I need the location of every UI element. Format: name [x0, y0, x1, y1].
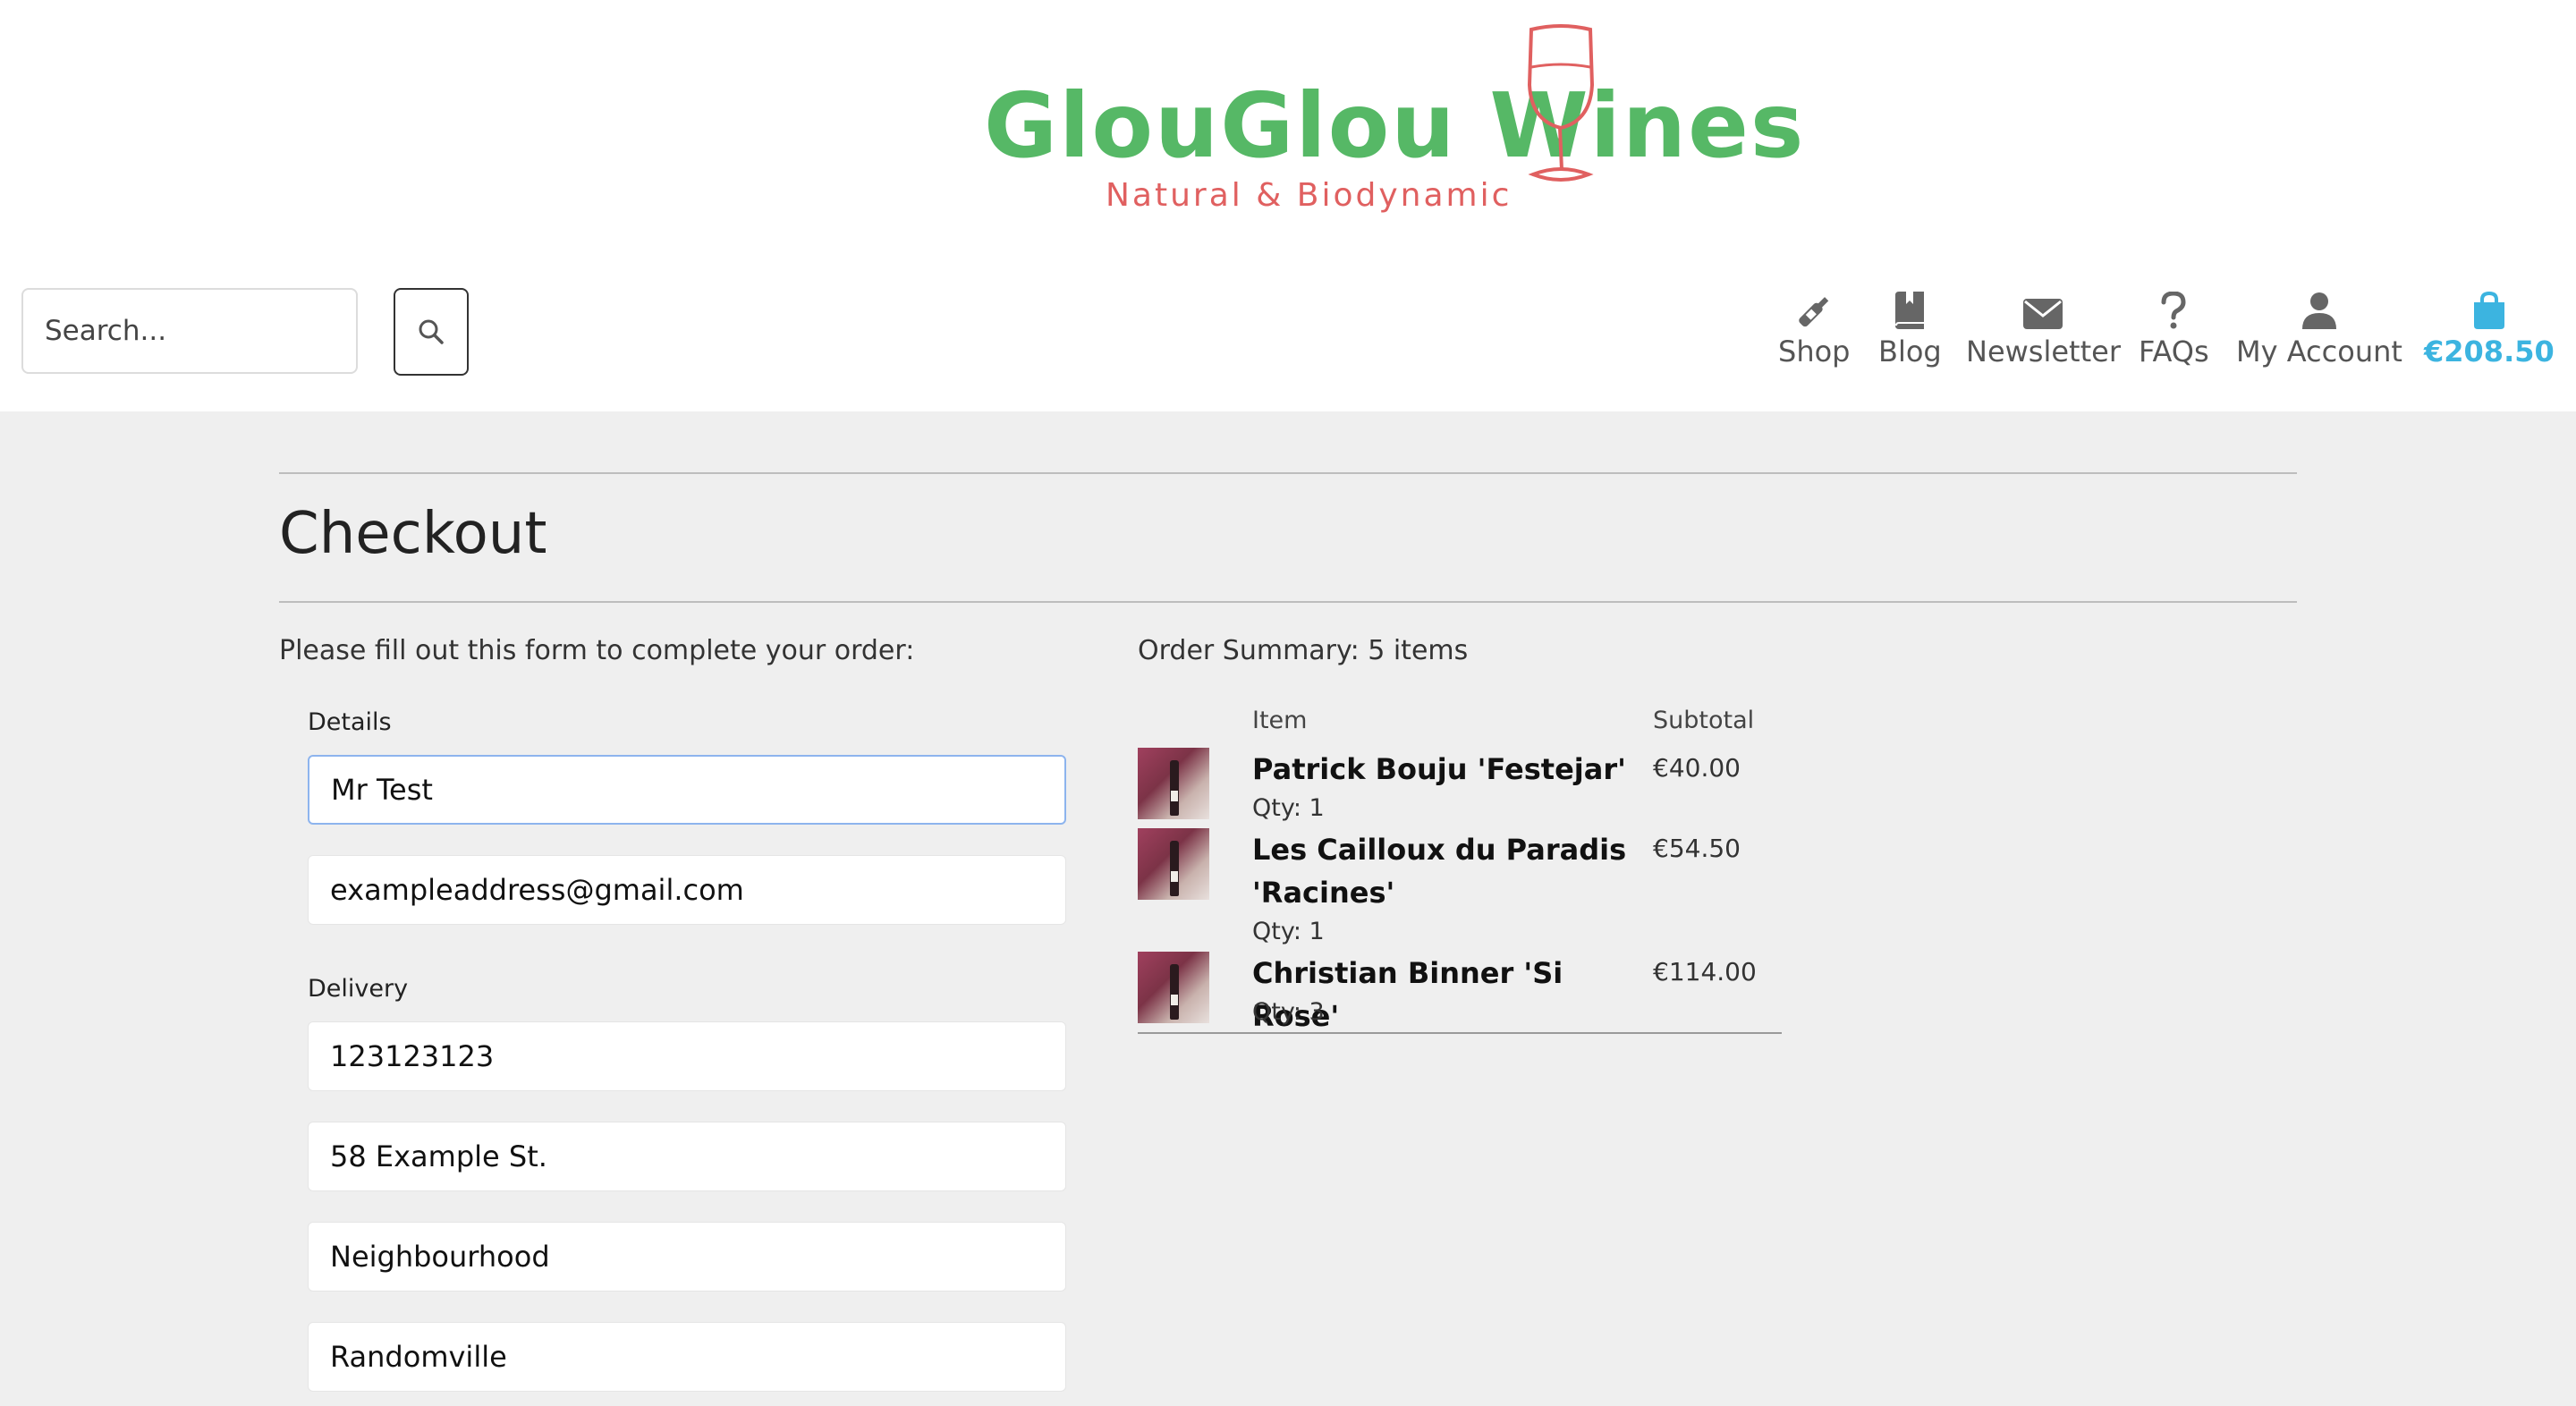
search-input[interactable] [21, 288, 358, 374]
nav-faqs-label: FAQs [2139, 335, 2209, 368]
shopping-bag-icon [2473, 292, 2504, 329]
cart-total: €208.50 [2424, 335, 2555, 368]
question-icon [2161, 292, 2186, 329]
order-summary-title: Order Summary: 5 items [1138, 635, 1469, 666]
nav-newsletter-label: Newsletter [1966, 335, 2121, 368]
nav-newsletter[interactable]: Newsletter [1966, 288, 2121, 368]
full-name-field[interactable] [308, 755, 1066, 825]
nav-my-account[interactable]: My Account [2236, 288, 2402, 368]
item-subtotal: €54.50 [1653, 834, 1741, 863]
phone-field[interactable] [308, 1021, 1066, 1091]
item-subtotal: €40.00 [1653, 753, 1741, 783]
form-intro: Please fill out this form to complete yo… [279, 635, 915, 666]
nav-faqs[interactable]: FAQs [2139, 288, 2209, 368]
nav-shop-label: Shop [1778, 335, 1851, 368]
nav-cart[interactable]: €208.50 [2424, 288, 2555, 368]
item-name[interactable]: Patrick Bouju 'Festejar' [1252, 748, 1646, 791]
user-icon [2301, 292, 2336, 329]
delivery-label: Delivery [308, 975, 409, 1003]
brand-tagline: Natural & Biodynamic [1106, 177, 1513, 214]
town-field[interactable] [308, 1322, 1066, 1392]
street-address-field[interactable] [308, 1122, 1066, 1191]
divider [279, 601, 2297, 603]
brand-name: GlouGlou Wines [984, 73, 1806, 178]
details-label: Details [308, 708, 392, 736]
column-header-item: Item [1252, 707, 1308, 734]
search-button[interactable] [394, 288, 469, 376]
item-qty: Qty: 3 [1252, 998, 1325, 1026]
item-qty: Qty: 1 [1252, 794, 1325, 822]
nav-blog-label: Blog [1878, 335, 1942, 368]
brand-logo[interactable]: GlouGlou Wines Natural & Biodynamic [975, 18, 1803, 233]
page-title: Checkout [279, 501, 547, 567]
wine-bottle-icon [1799, 297, 1829, 327]
item-name[interactable]: Les Cailloux du Paradis 'Racines' [1252, 828, 1646, 914]
neighbourhood-field[interactable] [308, 1222, 1066, 1292]
divider [279, 472, 2297, 474]
item-subtotal: €114.00 [1653, 957, 1757, 987]
book-icon [1895, 292, 1925, 329]
column-header-subtotal: Subtotal [1653, 707, 1755, 734]
email-field[interactable] [308, 855, 1066, 925]
summary-divider [1138, 1032, 1782, 1034]
site-header: GlouGlou Wines Natural & Biodynamic Sh [0, 0, 2576, 411]
product-thumbnail[interactable] [1138, 748, 1209, 819]
wine-glass-icon [1527, 24, 1595, 182]
envelope-icon [2023, 299, 2063, 329]
search-icon [419, 319, 444, 344]
nav-blog[interactable]: Blog [1878, 288, 1942, 368]
nav-my-account-label: My Account [2236, 335, 2402, 368]
product-thumbnail[interactable] [1138, 952, 1209, 1023]
nav-shop[interactable]: Shop [1778, 288, 1850, 368]
item-qty: Qty: 1 [1252, 918, 1325, 945]
product-thumbnail[interactable] [1138, 828, 1209, 900]
